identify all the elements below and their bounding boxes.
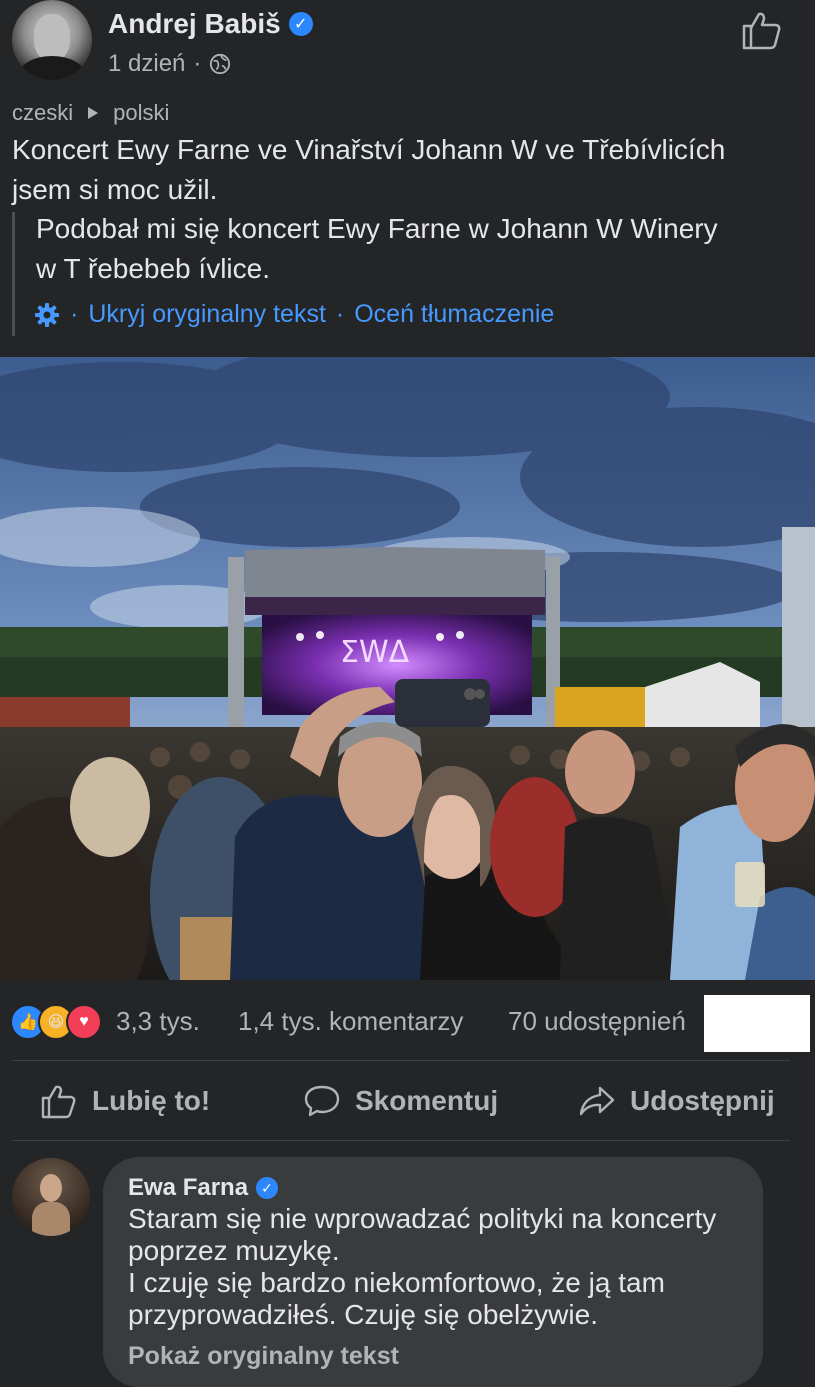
translation-quote-bar	[12, 212, 15, 336]
reaction-icons[interactable]: 👍 😆 ♥	[10, 1004, 102, 1040]
post-time[interactable]: 1 dzień	[108, 50, 185, 78]
commenter-avatar[interactable]	[12, 1158, 90, 1236]
source-language: czeski	[12, 100, 74, 125]
comment-line-1: Staram się nie wprowadzać polityki na ko…	[128, 1203, 717, 1234]
show-original-link[interactable]: Pokaż oryginalny tekst	[128, 1342, 399, 1371]
verified-badge-icon: ✓	[256, 1177, 279, 1199]
comments-count[interactable]: 1,4 tys. komentarzy	[238, 1006, 463, 1037]
comment-button-label: Skomentuj	[355, 1085, 499, 1116]
comment-text: Staram się nie wprowadzać polityki na ko…	[128, 1203, 758, 1331]
globe-icon	[210, 53, 231, 75]
comment-line-4: przyprowadziłeś. Czuję się obelżywie.	[128, 1299, 598, 1330]
comment-author-name: Ewa Farna	[128, 1174, 249, 1201]
reactions-count[interactable]: 3,3 tys.	[116, 1006, 200, 1037]
original-post-text: Koncert Ewy Farne ve Vinařství Johann W …	[12, 130, 802, 210]
redaction-box	[704, 995, 810, 1052]
thumbs-up-icon[interactable]	[740, 8, 784, 52]
post-author[interactable]: Andrej Babiš ✓	[108, 8, 313, 40]
divider	[12, 1060, 790, 1061]
translated-line-1: Podobał mi się koncert Ewy Farne w Johan…	[36, 213, 718, 244]
comment-line-3: I czuję się bardzo niekomfortowo, że ją …	[128, 1267, 665, 1298]
original-line-2: jsem si moc užil.	[12, 174, 218, 205]
rate-translation-link[interactable]: Oceń tłumaczenie	[354, 300, 554, 329]
target-language: polski	[113, 100, 170, 125]
translated-line-2: w T řebebeb ívlice.	[36, 253, 270, 284]
link-separator: ·	[335, 300, 345, 328]
link-separator: ·	[70, 300, 79, 328]
original-line-1: Koncert Ewy Farne ve Vinařství Johann W …	[12, 134, 726, 165]
thumbs-up-icon	[41, 1085, 76, 1119]
meta-separator: ·	[193, 50, 202, 77]
hide-original-link[interactable]: Ukryj oryginalny tekst	[88, 300, 326, 329]
gear-icon[interactable]	[34, 302, 60, 328]
verified-badge-icon: ✓	[288, 12, 313, 36]
comment-button[interactable]: Skomentuj	[303, 1082, 498, 1120]
translated-post-text: Podobał mi się koncert Ewy Farne w Johan…	[36, 209, 801, 289]
stage-logo: ΣWΔ	[340, 635, 410, 670]
divider	[12, 1140, 790, 1141]
post-meta: 1 dzień ·	[108, 50, 231, 78]
like-button[interactable]: Lubię to!	[40, 1082, 210, 1120]
like-button-label: Lubię to!	[92, 1085, 211, 1116]
translation-languages: czeski polski	[12, 100, 169, 126]
share-button-label: Udostępnij	[630, 1085, 775, 1116]
post-photo[interactable]: ΣWΔ	[0, 357, 815, 980]
share-button[interactable]: Udostępnij	[578, 1082, 775, 1120]
comment-author[interactable]: Ewa Farna ✓	[128, 1174, 279, 1202]
author-name-label: Andrej Babiš	[108, 8, 281, 39]
comment-line-2: poprzez muzykę.	[128, 1235, 340, 1266]
shares-count[interactable]: 70 udostępnień	[508, 1006, 704, 1037]
translation-links: · Ukryj oryginalny tekst · Oceń tłumacze…	[34, 300, 554, 329]
play-arrow-icon	[88, 107, 99, 119]
speech-bubble-icon	[304, 1085, 340, 1117]
author-avatar[interactable]	[12, 0, 92, 80]
love-reaction-icon: ♥	[66, 1004, 102, 1040]
share-arrow-icon	[579, 1086, 615, 1116]
